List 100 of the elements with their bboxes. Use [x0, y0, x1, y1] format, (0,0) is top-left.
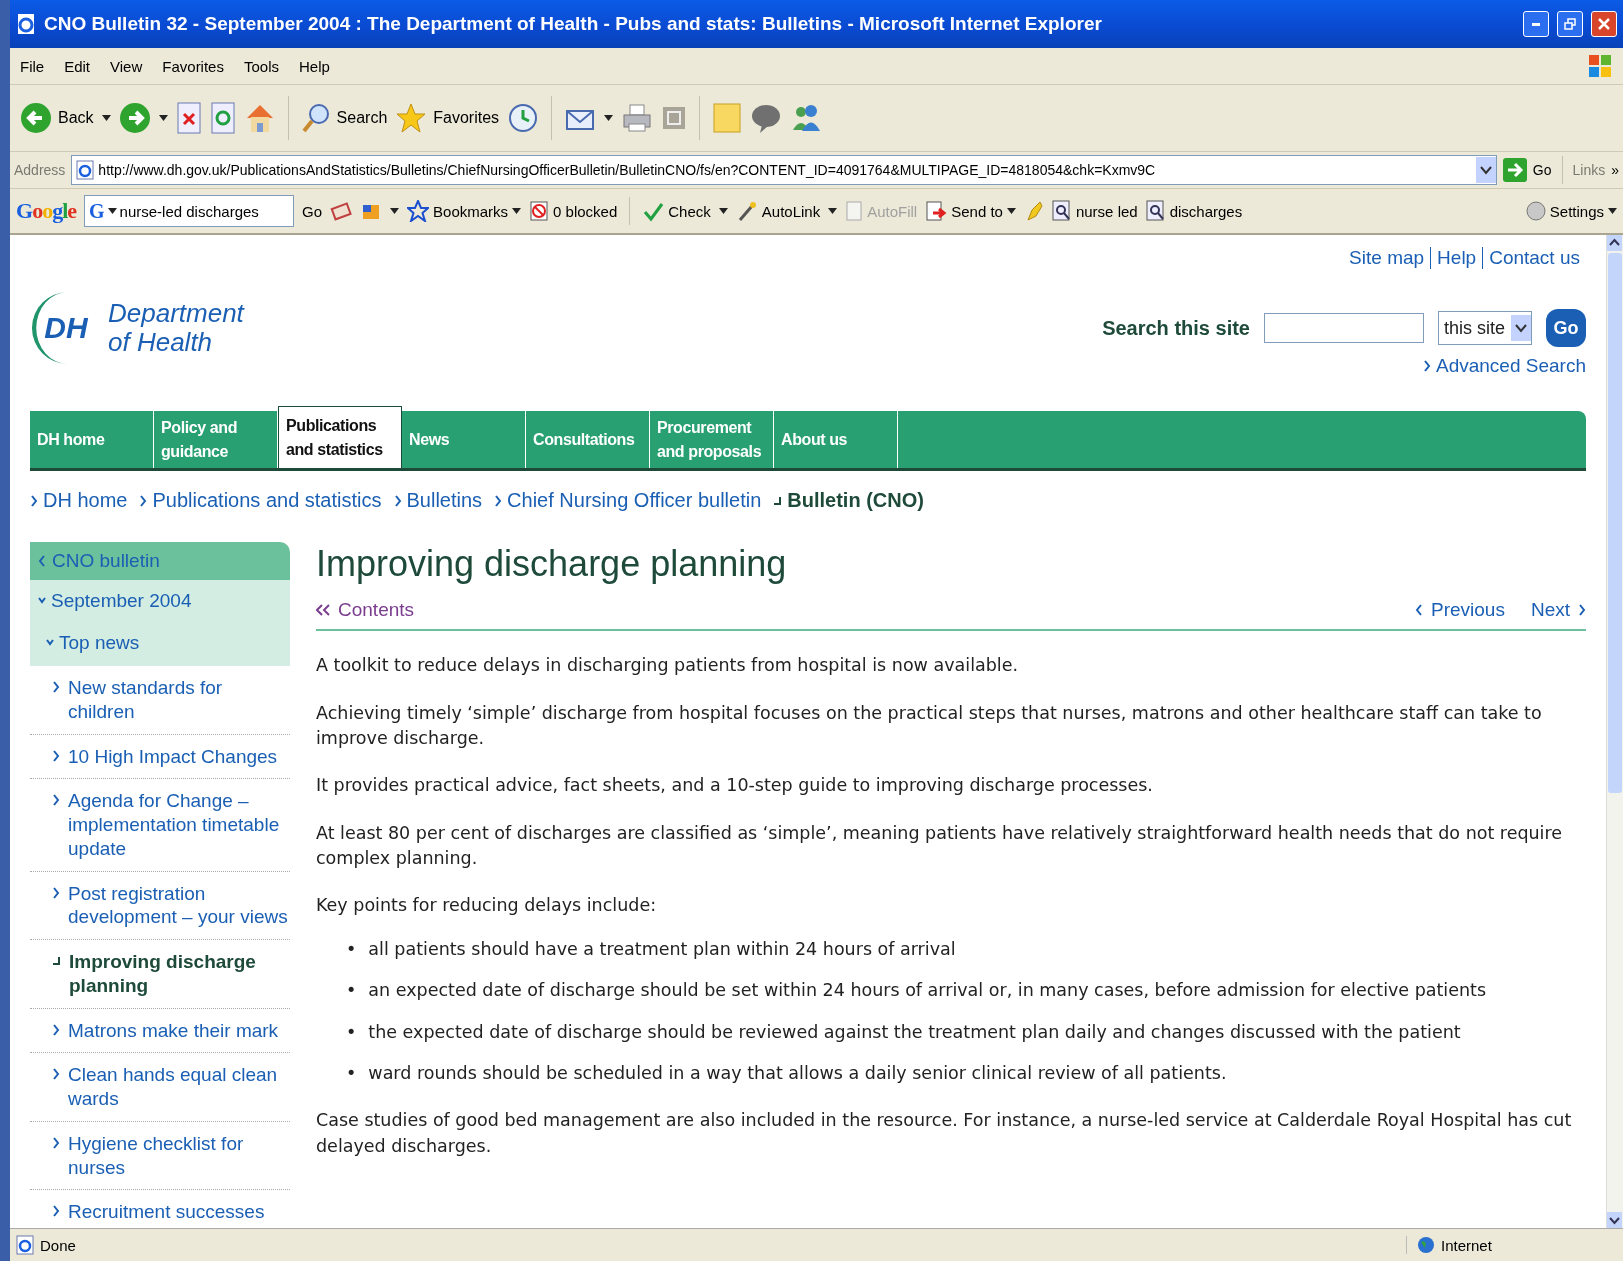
double-chevron-icon — [316, 604, 330, 617]
autolink-button[interactable]: AutoLink — [735, 200, 821, 222]
links-button[interactable]: Links — [1572, 162, 1606, 178]
breadcrumb-link[interactable]: DH home — [30, 489, 128, 512]
chevron-icon — [52, 1205, 60, 1218]
paragraph: A toolkit to reduce delays in discharging patients from hospital is now available. — [316, 654, 1020, 678]
people-icon[interactable] — [790, 102, 823, 134]
menu-item[interactable]: File — [20, 57, 45, 75]
return-mark-icon — [52, 955, 61, 967]
stop-icon[interactable] — [175, 102, 202, 134]
form-icon — [845, 200, 864, 222]
popup-blocker-button[interactable]: 0 blocked — [529, 200, 618, 222]
scroll-up-icon[interactable] — [1607, 235, 1622, 251]
bookmarks-button[interactable]: Bookmarks — [407, 200, 522, 222]
caret-icon[interactable] — [390, 208, 400, 214]
search-button[interactable]: Search — [300, 102, 388, 134]
restore-button[interactable] — [1557, 11, 1583, 37]
menu-item[interactable]: Help — [299, 57, 330, 75]
chevron-icon — [1423, 360, 1431, 372]
menu-item[interactable]: Tools — [243, 57, 279, 75]
bullet-item: all patients should have a treatment plan within 24 hours of arrival — [368, 937, 956, 961]
nav-tab[interactable]: DH home — [30, 411, 154, 468]
refresh-icon[interactable] — [209, 102, 236, 134]
sidebar-section-link[interactable]: September 2004 — [30, 580, 290, 622]
history-icon[interactable] — [507, 102, 540, 134]
nav-tab[interactable]: News — [402, 411, 526, 468]
breadcrumb-link[interactable]: Publications and statistics — [139, 489, 382, 512]
previous-link[interactable]: Previous — [1415, 599, 1505, 622]
forward-icon[interactable] — [118, 102, 151, 134]
advanced-search-link[interactable]: Advanced Search — [1423, 355, 1586, 377]
scrollbar-thumb[interactable] — [1608, 253, 1622, 793]
logo-mark: DH — [30, 289, 104, 367]
breadcrumb-link[interactable]: Chief Nursing Officer bulletin — [494, 489, 762, 512]
sidebar-item[interactable]: Clean hands equal clean wards — [30, 1053, 290, 1122]
address-field[interactable]: http://www.dh.gov.uk/PublicationsAndStatistics/Bulletins/ChiefNursingOfficerBulletin/BulletinCNO/fs/en?CONTENT_ID=4091764&MULTIPAGE_ID=4818054&chk=Kxmv9C — [71, 155, 1497, 185]
search-go-button[interactable]: Go — [1546, 309, 1586, 347]
caret-icon — [1006, 208, 1016, 214]
caret-icon[interactable] — [828, 208, 838, 214]
site-search-field[interactable] — [1263, 313, 1424, 343]
header-link[interactable]: Contact us — [1482, 247, 1586, 269]
scroll-down-icon[interactable] — [1607, 1212, 1622, 1228]
sidebar-item[interactable]: Matrons make their mark — [30, 1008, 290, 1054]
caret-icon[interactable] — [101, 115, 111, 121]
scrollbar[interactable] — [1606, 235, 1623, 1228]
google-go-button[interactable]: Go — [302, 202, 323, 220]
chevron-icon — [30, 494, 38, 507]
nav-tab[interactable]: Consultations — [526, 411, 650, 468]
caret-icon[interactable] — [718, 208, 728, 214]
search-term-button[interactable]: discharges — [1145, 200, 1243, 222]
google-search-field[interactable]: G nurse-led discharges — [84, 195, 294, 227]
sidebar-item[interactable]: Improving discharge planning — [30, 940, 290, 1009]
sidebar-item[interactable]: New standards for children — [30, 666, 290, 735]
settings-button[interactable]: Settings — [1525, 201, 1617, 221]
search-icon — [300, 102, 331, 134]
chevron-icon — [38, 555, 46, 567]
nav-tab[interactable]: Procurement and proposals — [650, 411, 774, 468]
speech-bubble-icon[interactable] — [750, 102, 783, 134]
minimize-icon — [1532, 22, 1540, 26]
sidebar-item[interactable]: Post registration development – your views — [30, 871, 290, 940]
favorites-button[interactable]: Favorites — [395, 102, 500, 134]
search-term-button[interactable]: nurse led — [1051, 200, 1138, 222]
bullet-marker: • — [346, 937, 357, 961]
search-label: Search this site — [1102, 316, 1250, 340]
back-button[interactable]: Back — [20, 102, 94, 134]
globe-icon — [1417, 1236, 1435, 1254]
spell-check-button[interactable]: Check — [642, 200, 711, 222]
sidebar-section-link[interactable]: Top news — [30, 622, 290, 666]
magnifier-icon — [1051, 200, 1072, 222]
send-to-button[interactable]: Send to — [925, 200, 1016, 222]
chevron-icon — [52, 794, 60, 807]
chevron-icon — [52, 1068, 60, 1081]
bullet-item: the expected date of discharge should be reviewed against the treatment plan daily and changes discussed with the patient — [368, 1020, 1461, 1044]
chevron-icon — [494, 494, 503, 507]
sidebar-item[interactable]: Agenda for Change – implementation timetable update — [30, 779, 290, 872]
printer-icon[interactable] — [621, 102, 654, 134]
next-link[interactable]: Next — [1530, 599, 1586, 622]
go-button[interactable]: Go — [1502, 158, 1552, 182]
article-title: Improving discharge planning — [316, 542, 788, 586]
caret-icon — [1608, 208, 1617, 214]
close-button[interactable] — [1591, 11, 1617, 37]
nav-tab[interactable]: About us — [774, 411, 898, 468]
header-link[interactable]: Help — [1430, 247, 1483, 269]
breadcrumb-link[interactable]: Bulletins — [393, 489, 483, 512]
caret-icon[interactable] — [604, 115, 614, 121]
scope-dropdown[interactable]: this site — [1437, 311, 1532, 345]
menu-item[interactable]: Edit — [64, 57, 91, 75]
bullet-marker: • — [346, 1061, 357, 1085]
nav-tab[interactable]: Publications and statistics — [278, 406, 402, 468]
circle-icon — [1525, 201, 1546, 221]
sidebar-item[interactable]: Hygiene checklist for nurses — [30, 1121, 290, 1191]
header-link[interactable]: Site map — [1343, 247, 1431, 269]
contents-link[interactable]: Contents — [316, 599, 415, 622]
breadcrumb-link[interactable]: Bulletin (CNO) — [773, 489, 924, 512]
sidebar-item[interactable]: 10 High Impact Changes — [30, 734, 290, 780]
more-button[interactable]: » — [1611, 162, 1619, 178]
caret-icon[interactable] — [158, 115, 168, 121]
blocked-icon — [529, 200, 550, 222]
menu-item[interactable]: View — [110, 57, 143, 75]
menu-item[interactable]: Favorites — [162, 57, 224, 75]
minimize-button[interactable] — [1523, 11, 1549, 37]
